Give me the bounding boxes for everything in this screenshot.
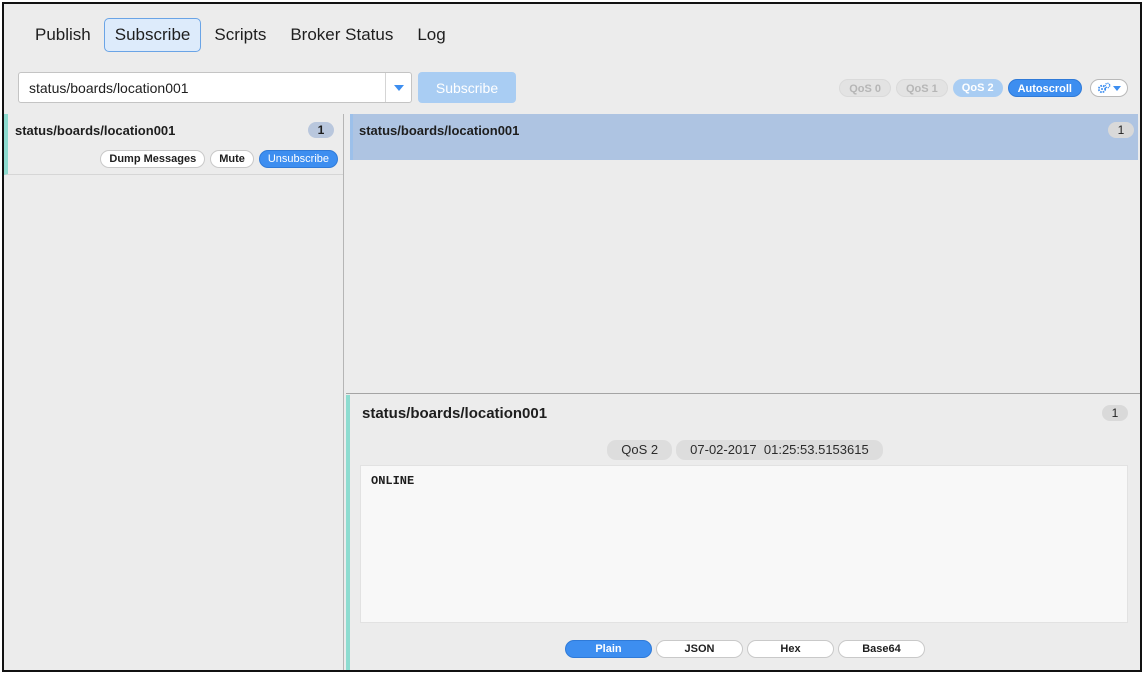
autoscroll-toggle[interactable]: Autoscroll [1007,79,1082,97]
tab-broker-status[interactable]: Broker Status [279,18,404,52]
message-count-badge: 1 [1108,122,1134,138]
message-detail: status/boards/location001 1 QoS 2 07-02-… [346,395,1140,670]
subscriptions-pane: status/boards/location001 1 Dump Message… [4,114,344,670]
subscribe-button[interactable]: Subscribe [418,72,516,103]
message-topic: status/boards/location001 [359,123,520,138]
format-base64-button[interactable]: Base64 [838,640,925,658]
subscription-options: QoS 0 QoS 1 QoS 2 Autoscroll [834,79,1128,97]
format-plain-button[interactable]: Plain [565,640,652,658]
gear-icon [1097,82,1111,94]
unsubscribe-button[interactable]: Unsubscribe [258,150,338,168]
payload-format-selector: Plain JSON Hex Base64 [350,640,1140,658]
message-meta: QoS 2 07-02-2017 01:25:53.5153615 [350,440,1140,460]
subscription-actions: Dump Messages Mute Unsubscribe [95,150,338,168]
app-window: Publish Subscribe Scripts Broker Status … [2,2,1142,672]
topic-dropdown-button[interactable] [385,73,411,102]
topic-combobox[interactable]: status/boards/location001 [18,72,412,103]
mute-button[interactable]: Mute [210,150,254,168]
dump-messages-button[interactable]: Dump Messages [100,150,206,168]
subscription-topic: status/boards/location001 [15,123,176,138]
topic-input[interactable]: status/boards/location001 [19,80,385,96]
timestamp-badge: 07-02-2017 01:25:53.5153615 [676,440,883,460]
qos-badge: QoS 2 [607,440,673,460]
tab-log[interactable]: Log [406,18,456,52]
chevron-down-icon [393,84,404,91]
qos1-toggle[interactable]: QoS 1 [896,79,948,97]
subscription-item[interactable]: status/boards/location001 1 Dump Message… [4,114,343,175]
tab-scripts[interactable]: Scripts [203,18,277,52]
tab-publish[interactable]: Publish [24,18,102,52]
format-json-button[interactable]: JSON [656,640,743,658]
detail-count-badge: 1 [1102,405,1128,421]
main-tabs: Publish Subscribe Scripts Broker Status … [24,18,459,52]
settings-menu-button[interactable] [1090,79,1128,97]
message-count-badge: 1 [308,122,334,138]
format-hex-button[interactable]: Hex [747,640,834,658]
detail-topic: status/boards/location001 [362,405,548,422]
message-list: status/boards/location001 1 [346,114,1140,394]
payload-view[interactable]: ONLINE [360,465,1128,623]
chevron-down-icon [1113,85,1121,91]
qos0-toggle[interactable]: QoS 0 [839,79,891,97]
qos2-toggle[interactable]: QoS 2 [952,79,1003,97]
tab-subscribe[interactable]: Subscribe [103,18,202,52]
message-list-item[interactable]: status/boards/location001 1 [350,114,1138,160]
